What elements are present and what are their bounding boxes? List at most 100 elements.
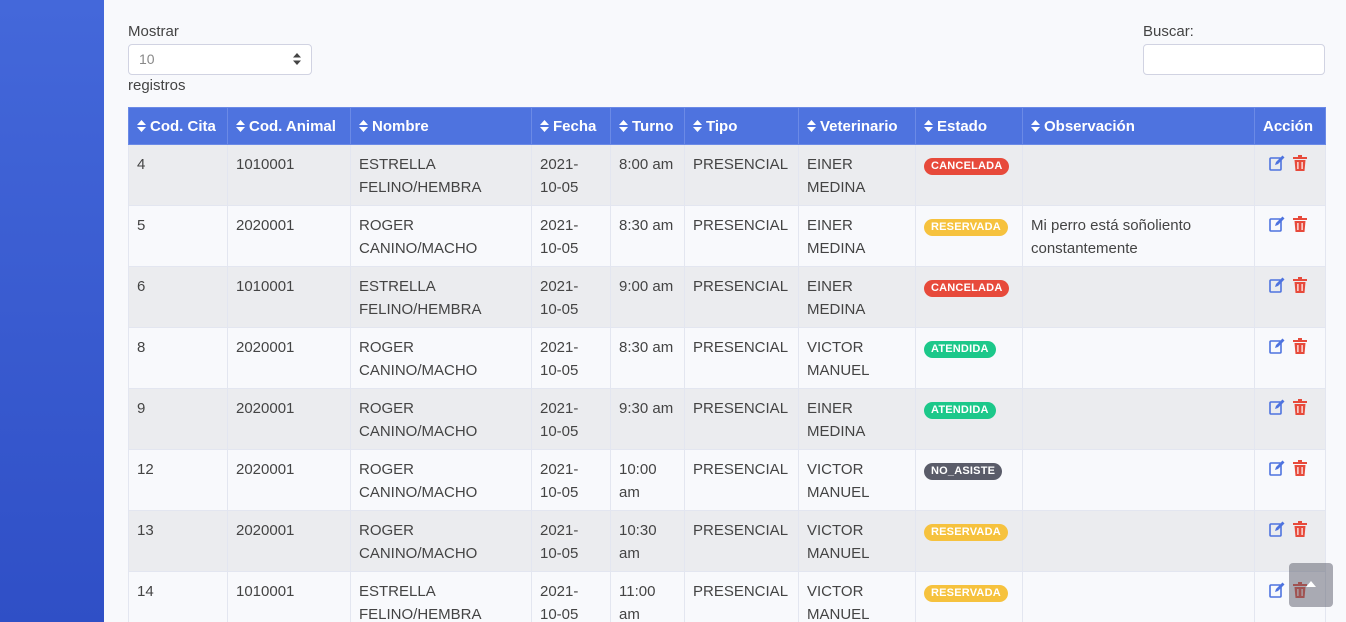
- fecha-cell-text: 2021-: [540, 583, 579, 600]
- turno-cell: 9:00 am: [610, 266, 685, 328]
- column-header[interactable]: Estado: [915, 107, 1023, 145]
- nombre-cell-text: CANINO/MACHO: [359, 362, 478, 379]
- veterinario-cell: VICTOR MANUEL: [798, 449, 916, 511]
- cod-cita-cell-text: 6: [137, 278, 146, 295]
- fecha-cell-text: 10-05: [540, 423, 579, 440]
- cod-animal-cell-text: 2020001: [236, 339, 295, 356]
- column-header[interactable]: Observación: [1022, 107, 1255, 145]
- column-header[interactable]: Fecha: [531, 107, 611, 145]
- trash-icon[interactable]: [1293, 460, 1309, 476]
- fecha-cell-text: 10-05: [540, 484, 579, 501]
- fecha-cell-text: 2021-: [540, 522, 579, 539]
- turno-cell-text: am: [619, 606, 640, 622]
- observacion-cell-text: constantemente: [1031, 240, 1138, 257]
- fecha-cell: 2021- 10-05: [531, 266, 611, 328]
- column-header[interactable]: Veterinario: [798, 107, 916, 145]
- length-select[interactable]: 10: [128, 44, 312, 75]
- column-header[interactable]: Cod. Cita: [128, 107, 228, 145]
- fecha-cell: 2021- 10-05: [531, 449, 611, 511]
- veterinario-cell-text: EINER: [807, 400, 853, 417]
- trash-icon[interactable]: [1293, 155, 1309, 171]
- trash-icon[interactable]: [1293, 399, 1309, 415]
- edit-icon[interactable]: [1269, 155, 1285, 171]
- nombre-cell: ROGER CANINO/MACHO: [350, 327, 532, 389]
- turno-cell-text: am: [619, 545, 640, 562]
- column-header[interactable]: Nombre: [350, 107, 532, 145]
- veterinario-cell-text: EINER: [807, 278, 853, 295]
- edit-icon[interactable]: [1269, 277, 1285, 293]
- table-row: 12 2020001 ROGER CANINO/MACHO 2021- 10-05 10:0…: [128, 449, 1326, 511]
- fecha-cell-text: 10-05: [540, 362, 579, 379]
- cod-cita-cell: 9: [128, 388, 228, 450]
- cod-cita-cell-text: 13: [137, 522, 154, 539]
- status-badge: NO_ASISTE: [924, 463, 1003, 480]
- length-select-value: 10: [139, 51, 155, 67]
- sidebar: [0, 0, 104, 622]
- table-row: 4 1010001 ESTRELLA FELINO/HEMBRA 2021- 10-05 8…: [128, 144, 1326, 206]
- nombre-cell-text: ESTRELLA: [359, 583, 436, 600]
- estado-cell: RESERVADA: [915, 571, 1023, 622]
- action-cell: [1254, 144, 1326, 206]
- fecha-cell-text: 10-05: [540, 301, 579, 318]
- search-label: Buscar:: [1143, 23, 1194, 40]
- column-header[interactable]: Turno: [610, 107, 685, 145]
- estado-cell: RESERVADA: [915, 510, 1023, 572]
- edit-icon[interactable]: [1269, 460, 1285, 476]
- observacion-cell: Mi perro está soñoliento constantemente: [1022, 205, 1255, 267]
- trash-icon[interactable]: [1293, 338, 1309, 354]
- turno-cell-text: 8:30 am: [619, 217, 674, 234]
- status-badge: ATENDIDA: [924, 402, 996, 419]
- tipo-cell-text: PRESENCIAL: [693, 156, 789, 173]
- cod-cita-cell: 13: [128, 510, 228, 572]
- sort-icon: [540, 119, 549, 132]
- cod-animal-cell-text: 2020001: [236, 217, 295, 234]
- column-header-label: Cod. Cita: [150, 117, 216, 135]
- veterinario-cell: VICTOR MANUEL: [798, 571, 916, 622]
- fecha-cell: 2021- 10-05: [531, 327, 611, 389]
- fecha-cell: 2021- 10-05: [531, 144, 611, 206]
- sort-icon: [619, 119, 628, 132]
- cod-animal-cell-text: 2020001: [236, 522, 295, 539]
- scroll-top-button[interactable]: [1289, 563, 1333, 607]
- cod-animal-cell: 1010001: [227, 571, 351, 622]
- nombre-cell-text: FELINO/HEMBRA: [359, 179, 482, 196]
- fecha-cell: 2021- 10-05: [531, 571, 611, 622]
- edit-icon[interactable]: [1269, 582, 1285, 598]
- column-header[interactable]: Acción: [1254, 107, 1326, 145]
- observacion-cell: [1022, 388, 1255, 450]
- status-badge: CANCELADA: [924, 280, 1010, 297]
- sort-icon: [924, 119, 933, 132]
- tipo-cell-text: PRESENCIAL: [693, 339, 789, 356]
- trash-icon[interactable]: [1293, 216, 1309, 232]
- table-row: 8 2020001 ROGER CANINO/MACHO 2021- 10-05 8:30 …: [128, 327, 1326, 389]
- cod-animal-cell: 2020001: [227, 205, 351, 267]
- cod-animal-cell-text: 1010001: [236, 156, 295, 173]
- edit-icon[interactable]: [1269, 521, 1285, 537]
- edit-icon[interactable]: [1269, 338, 1285, 354]
- table-row: 14 1010001 ESTRELLA FELINO/HEMBRA 2021- 10-05…: [128, 571, 1326, 622]
- cod-animal-cell: 1010001: [227, 266, 351, 328]
- cod-animal-cell-text: 2020001: [236, 400, 295, 417]
- edit-icon[interactable]: [1269, 399, 1285, 415]
- nombre-cell: ROGER CANINO/MACHO: [350, 388, 532, 450]
- observacion-cell-text: Mi perro está soñoliento: [1031, 217, 1192, 234]
- edit-icon[interactable]: [1269, 216, 1285, 232]
- column-header-label: Turno: [632, 117, 674, 135]
- action-cell: [1254, 388, 1326, 450]
- cod-cita-cell-text: 5: [137, 217, 146, 234]
- search-input[interactable]: [1143, 44, 1325, 75]
- column-header[interactable]: Cod. Animal: [227, 107, 351, 145]
- fecha-cell: 2021- 10-05: [531, 510, 611, 572]
- trash-icon[interactable]: [1293, 277, 1309, 293]
- cod-animal-cell: 2020001: [227, 327, 351, 389]
- veterinario-cell-text: VICTOR: [807, 522, 864, 539]
- column-header[interactable]: Tipo: [684, 107, 799, 145]
- cod-animal-cell-text: 1010001: [236, 583, 295, 600]
- observacion-cell: [1022, 144, 1255, 206]
- cod-cita-cell: 14: [128, 571, 228, 622]
- fecha-cell-text: 2021-: [540, 156, 579, 173]
- table-row: 13 2020001 ROGER CANINO/MACHO 2021- 10-05 10:3…: [128, 510, 1326, 572]
- observacion-cell: [1022, 327, 1255, 389]
- trash-icon[interactable]: [1293, 521, 1309, 537]
- table-row: 6 1010001 ESTRELLA FELINO/HEMBRA 2021- 10-05 9…: [128, 266, 1326, 328]
